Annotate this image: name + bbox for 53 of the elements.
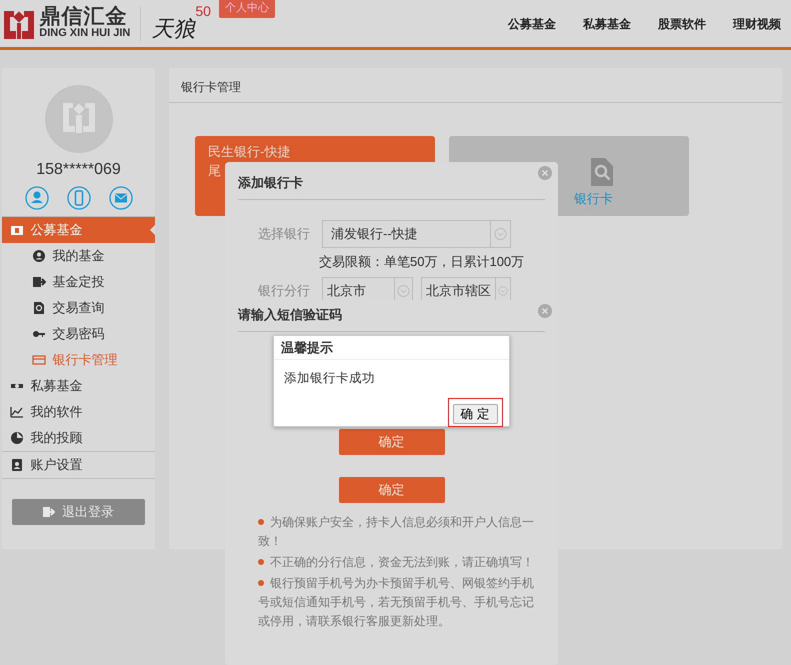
phone-number: 158*****069	[36, 160, 121, 180]
export-icon	[32, 275, 46, 289]
menu-item[interactable]: 公募基金	[2, 217, 155, 243]
card-text: 民生银行-快捷	[208, 143, 292, 161]
note-text: 为确保账户安全，持卡人信息必须和开户人信息一致！	[258, 514, 535, 550]
mail-icon[interactable]	[108, 186, 132, 210]
card-icon	[32, 353, 46, 367]
id-card-icon	[10, 458, 24, 472]
bank-select[interactable]: 浦发银行--快捷	[322, 220, 511, 248]
card-text: 尾	[208, 162, 222, 180]
submenu-item[interactable]: 我的基金	[2, 243, 155, 269]
dialog-title: 请输入短信验证码	[236, 306, 343, 324]
menu-item[interactable]: 私募基金	[2, 373, 155, 399]
nav-link[interactable]: 私募基金	[583, 14, 631, 32]
avatar-icon	[44, 85, 112, 153]
menu-item[interactable]: 我的投顾	[2, 425, 155, 451]
dialog-title: 添加银行卡	[237, 174, 304, 192]
submenu-item[interactable]: 交易查询	[2, 295, 155, 321]
bullet-icon	[258, 580, 264, 586]
limit-text: 交易限额：单笔50万，日累计100万	[318, 252, 526, 270]
logo-title: 鼎信汇金	[39, 6, 128, 28]
alert-message: 添加银行卡成功	[283, 370, 376, 386]
chart-icon	[10, 405, 24, 419]
field-label: 选择银行	[258, 224, 311, 243]
brand-number: 50	[195, 2, 211, 19]
field-label: 银行分行	[258, 282, 311, 300]
user-icon[interactable]	[24, 186, 48, 210]
bullet-icon	[258, 559, 264, 566]
menu-item[interactable]: 账户设置	[2, 452, 155, 478]
submenu-item[interactable]: 交易密码	[2, 321, 155, 347]
close-icon[interactable]	[538, 304, 552, 318]
close-icon[interactable]	[538, 166, 552, 180]
brand-mark: 天狼	[151, 16, 196, 44]
ok-button[interactable]: 确 定	[452, 404, 498, 424]
logo-subtitle: DING XIN HUI JIN	[39, 27, 130, 41]
note-text: 不正确的分行信息，资金无法到账，请正确填写！	[258, 552, 538, 572]
page-title: 银行卡管理	[169, 68, 782, 103]
phone-icon[interactable]	[66, 186, 90, 210]
menu-item[interactable]: 我的软件	[2, 399, 155, 425]
nav-link[interactable]: 公募基金	[508, 14, 556, 32]
bullet-icon	[258, 519, 264, 526]
note-text: 银行预留手机号为办卡预留手机号、网银签约手机号或短信通知手机号，若无预留手机号、手机号忘记或停用，请联系银行客服更新处理。	[258, 574, 535, 630]
pie-chart-icon	[10, 431, 24, 445]
exit-icon	[43, 506, 56, 518]
user-icon	[32, 249, 46, 263]
search-document-icon	[591, 158, 613, 186]
submenu-item[interactable]: 基金定投	[2, 269, 155, 295]
search-document-icon	[32, 301, 46, 315]
pointer-icon	[150, 225, 155, 235]
wallet-icon	[10, 223, 24, 237]
alert-title: 温馨提示	[274, 336, 509, 360]
nav-link[interactable]: 理财视频	[733, 14, 781, 32]
nav-link[interactable]: 股票软件	[658, 14, 706, 32]
